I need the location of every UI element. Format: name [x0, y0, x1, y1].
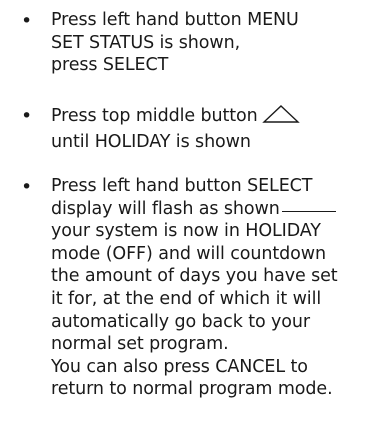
step-1-text: Press left hand button MENU SET STATUS i…: [51, 9, 390, 77]
step-3-text: Press left hand button SELECT display wi…: [51, 175, 390, 401]
step-1-line-1: Press left hand button MENU: [51, 10, 299, 30]
step-3-line-2-text: display will flash as shown: [51, 198, 280, 219]
bullet: •: [21, 176, 33, 198]
pointer-leader-line: [281, 210, 336, 212]
bullet: •: [21, 10, 33, 32]
up-triangle-icon: [261, 104, 300, 131]
step-3-line-6: it for, at the end of which it will: [51, 288, 322, 309]
instruction-page: • Press left hand button MENU SET STATUS…: [0, 0, 390, 441]
step-3-line-5: the amount of days you have set: [51, 266, 338, 287]
step-3-line-10: return to normal program mode.: [51, 379, 333, 400]
step-1-line-3: press SELECT: [51, 55, 169, 76]
step-2-line-1-text: Press top middle button: [51, 106, 258, 126]
step-3-line-1: Press left hand button SELECT: [51, 176, 313, 196]
step-2-text: Press top middle button until HOLIDAY is…: [51, 104, 390, 153]
step-3-line-4: mode (OFF) and will countdown: [51, 243, 326, 264]
bullet: •: [21, 105, 33, 127]
step-3-line-9: You can also press CANCEL to: [51, 356, 308, 377]
step-3-line-3: your system is now in HOLIDAY: [51, 221, 321, 242]
step-2-line-1: Press top middle button: [51, 104, 390, 131]
step-3-line-7: automatically go back to your: [51, 311, 310, 332]
step-1-line-2: SET STATUS is shown,: [51, 32, 241, 53]
step-3-line-8: normal set program.: [51, 334, 229, 355]
step-3-line-2: display will flash as shown: [51, 198, 390, 221]
step-2-line-2: until HOLIDAY is shown: [51, 131, 251, 152]
